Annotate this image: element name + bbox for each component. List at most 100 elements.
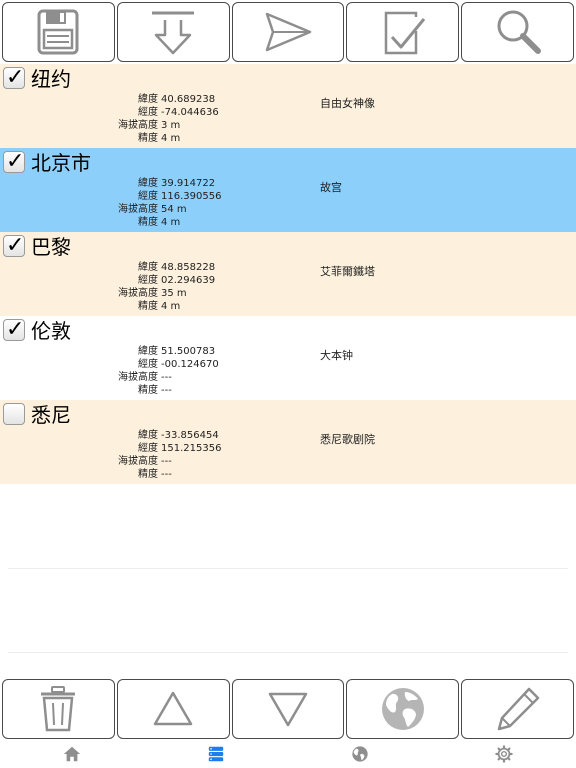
coordinate-fields: 緯度 -33.856454 經度 151.215356 海拔高度 --- 精度 --- xyxy=(0,429,300,481)
longitude-label: 經度 xyxy=(138,107,158,118)
home-icon xyxy=(63,746,81,762)
landmark-name: 大本钟 xyxy=(320,349,353,362)
altitude-value: --- xyxy=(161,456,172,467)
latitude-value: -33.856454 xyxy=(161,430,219,441)
latitude-value: 39.914722 xyxy=(161,178,216,189)
row-checkbox[interactable] xyxy=(3,403,25,425)
city-name: 巴黎 xyxy=(31,235,71,259)
altitude-label: 海拔高度 xyxy=(118,120,158,131)
city-name: 伦敦 xyxy=(31,319,71,343)
send-button[interactable] xyxy=(231,2,345,62)
check-document-button[interactable] xyxy=(346,2,460,62)
location-row-london[interactable]: ✓ 伦敦 緯度 51.500783 經度 -00.124670 海拔高度 --- 精度… xyxy=(0,316,576,400)
landmark-name: 故宫 xyxy=(320,181,342,194)
search-button[interactable] xyxy=(461,2,574,62)
globe-icon xyxy=(381,688,424,730)
accuracy-label: 精度 xyxy=(138,469,158,480)
search-icon xyxy=(497,10,541,54)
row-checkbox[interactable]: ✓ xyxy=(3,233,25,258)
altitude-value: 54 m xyxy=(161,204,187,215)
tab-settings[interactable] xyxy=(432,740,576,768)
altitude-label: 海拔高度 xyxy=(118,456,158,467)
latitude-label: 緯度 xyxy=(138,346,158,357)
longitude-label: 經度 xyxy=(138,443,158,454)
empty-row-divider xyxy=(8,652,568,653)
send-icon xyxy=(265,12,312,52)
bottom-toolbar xyxy=(0,677,576,740)
accuracy-value: 4 m xyxy=(161,217,181,228)
latitude-value: 51.500783 xyxy=(161,346,216,357)
globe-button[interactable] xyxy=(346,679,460,739)
latitude-label: 緯度 xyxy=(138,94,158,105)
latitude-label: 緯度 xyxy=(138,178,158,189)
location-row-beijing[interactable]: ✓ 北京市 緯度 39.914722 經度 116.390556 海拔高度 54 m … xyxy=(0,148,576,232)
check-document-icon xyxy=(384,11,425,55)
accuracy-value: --- xyxy=(161,385,172,396)
coordinate-fields: 緯度 51.500783 經度 -00.124670 海拔高度 --- 精度 --- xyxy=(0,345,300,397)
longitude-label: 經度 xyxy=(138,275,158,286)
download-icon xyxy=(152,11,195,55)
latitude-label: 緯度 xyxy=(138,262,158,273)
latitude-value: 40.689238 xyxy=(161,94,216,105)
accuracy-value: 4 m xyxy=(161,301,181,312)
list-icon xyxy=(208,746,224,762)
longitude-value: 116.390556 xyxy=(161,191,222,202)
altitude-value: --- xyxy=(161,372,172,383)
city-name: 北京市 xyxy=(31,151,91,175)
location-row-new-york[interactable]: ✓ 纽约 緯度 40.689238 經度 -74.044636 海拔高度 3 m 精度… xyxy=(0,64,576,148)
save-button[interactable] xyxy=(2,2,115,62)
longitude-value: -74.044636 xyxy=(161,107,219,118)
coordinate-fields: 緯度 48.858228 經度 02.294639 海拔高度 35 m 精度 4 m xyxy=(0,261,300,313)
move-down-icon xyxy=(268,692,308,727)
altitude-value: 3 m xyxy=(161,120,181,131)
longitude-value: -00.124670 xyxy=(161,359,219,370)
landmark-name: 自由女神像 xyxy=(320,97,375,110)
tab-globe[interactable] xyxy=(288,740,432,768)
landmark-name: 悉尼歌剧院 xyxy=(320,433,375,446)
city-name: 纽约 xyxy=(31,67,71,91)
accuracy-value: --- xyxy=(161,469,172,480)
tab-bar xyxy=(0,740,576,768)
altitude-label: 海拔高度 xyxy=(118,288,158,299)
delete-button[interactable] xyxy=(2,679,115,739)
latitude-label: 緯度 xyxy=(138,430,158,441)
accuracy-label: 精度 xyxy=(138,133,158,144)
location-list: ✓ 纽约 緯度 40.689238 經度 -74.044636 海拔高度 3 m 精度… xyxy=(0,64,576,484)
tab-list[interactable] xyxy=(144,740,288,768)
move-down-button[interactable] xyxy=(231,679,345,739)
checkmark: ✓ xyxy=(6,233,25,258)
altitude-label: 海拔高度 xyxy=(118,204,158,215)
edit-button[interactable] xyxy=(461,679,574,739)
tab-home[interactable] xyxy=(0,740,144,768)
landmark-name: 艾菲爾鐵塔 xyxy=(320,265,375,278)
accuracy-label: 精度 xyxy=(138,301,158,312)
coordinate-fields: 緯度 39.914722 經度 116.390556 海拔高度 54 m 精度 4 m xyxy=(0,177,300,229)
row-checkbox[interactable]: ✓ xyxy=(3,149,25,174)
city-name: 悉尼 xyxy=(31,403,71,427)
edit-pencil-icon xyxy=(497,687,539,731)
checkmark: ✓ xyxy=(6,65,25,90)
location-row-sydney[interactable]: 悉尼 緯度 -33.856454 經度 151.215356 海拔高度 --- 精度 -… xyxy=(0,400,576,484)
longitude-value: 151.215356 xyxy=(161,443,222,454)
coordinate-fields: 緯度 40.689238 經度 -74.044636 海拔高度 3 m 精度 4 m xyxy=(0,93,300,145)
globe-tab-icon xyxy=(352,746,368,762)
trash-icon xyxy=(41,686,76,732)
save-icon xyxy=(37,9,79,55)
latitude-value: 48.858228 xyxy=(161,262,216,273)
move-up-icon xyxy=(153,691,193,726)
altitude-value: 35 m xyxy=(161,288,187,299)
altitude-label: 海拔高度 xyxy=(118,372,158,383)
move-up-button[interactable] xyxy=(116,679,230,739)
settings-gear-icon xyxy=(495,745,513,763)
download-button[interactable] xyxy=(116,2,230,62)
accuracy-label: 精度 xyxy=(138,217,158,228)
location-row-paris[interactable]: ✓ 巴黎 緯度 48.858228 經度 02.294639 海拔高度 35 m 精度… xyxy=(0,232,576,316)
checkmark: ✓ xyxy=(6,149,25,174)
longitude-label: 經度 xyxy=(138,191,158,202)
row-checkbox[interactable]: ✓ xyxy=(3,65,25,90)
empty-row-divider xyxy=(8,568,568,569)
longitude-label: 經度 xyxy=(138,359,158,370)
checkmark: ✓ xyxy=(6,317,25,342)
row-checkbox[interactable]: ✓ xyxy=(3,317,25,342)
accuracy-value: 4 m xyxy=(161,133,181,144)
